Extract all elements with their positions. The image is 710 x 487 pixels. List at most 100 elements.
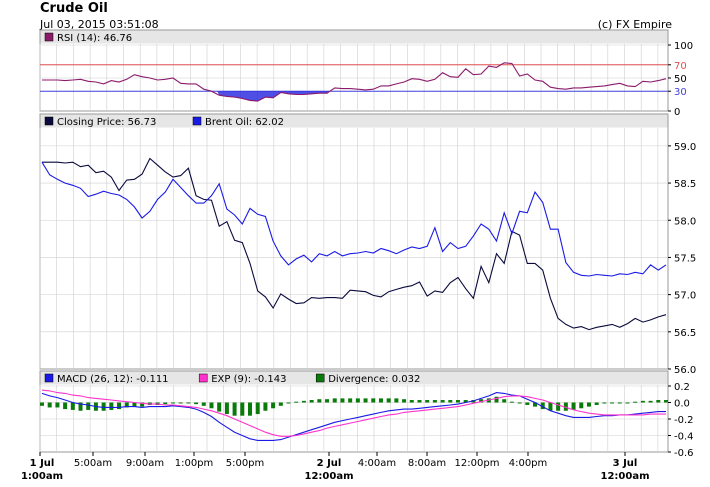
rsi-legend-strip	[40, 30, 668, 44]
divergence-bar-2	[55, 402, 60, 408]
price-legend-label-1: Brent Oil: 62.02	[205, 117, 284, 128]
divergence-bar-48	[409, 400, 414, 403]
divergence-bar-34	[301, 400, 306, 403]
divergence-bar-72	[594, 402, 599, 405]
macd-legend-label-2: Divergence: 0.032	[328, 374, 420, 385]
price-y-tick-label-5: 56.5	[674, 328, 696, 339]
divergence-bar-21	[201, 402, 206, 406]
rsi-y-tick-label-0: 100	[674, 41, 693, 52]
divergence-bar-32	[286, 402, 291, 404]
rsi-y-tick-label-1: 70	[674, 61, 687, 72]
x-tick-label-2: 9:00am	[126, 458, 164, 469]
x-tick-label-3: 1:00pm	[175, 458, 214, 469]
divergence-bar-52	[440, 400, 445, 403]
chart-stage: Crude Oil Jul 03, 2015 03:51:08 (c) FX E…	[0, 0, 710, 487]
x-tick-label-1: 5:00am	[74, 458, 112, 469]
divergence-bar-19	[186, 402, 191, 404]
divergence-bar-81	[664, 400, 668, 403]
divergence-bar-33	[294, 401, 299, 403]
macd-legend-swatch-2	[315, 373, 325, 383]
divergence-bar-54	[456, 400, 460, 403]
divergence-bar-77	[633, 401, 638, 403]
rsi-legend-label-0: RSI (14): 46.76	[57, 33, 132, 44]
divergence-bar-79	[648, 400, 653, 403]
x-tick-sublabel-5: 12:00am	[305, 471, 354, 482]
divergence-bar-69	[571, 402, 576, 410]
macd-legend-swatch-1	[198, 373, 208, 383]
macd-y-tick-label-3: -0.4	[674, 432, 694, 443]
divergence-bar-44	[378, 398, 383, 403]
divergence-bar-47	[402, 399, 407, 403]
price-legend-swatch-1	[192, 116, 202, 126]
rsi-legend-swatch-0	[44, 32, 54, 42]
price-y-tick-label-3: 57.5	[674, 253, 696, 264]
divergence-bar-60	[502, 399, 507, 403]
divergence-bar-74	[610, 402, 615, 404]
x-tick-sublabel-10: 12:00am	[601, 471, 650, 482]
price-y-tick-label-2: 58.0	[674, 216, 696, 227]
divergence-bar-16	[163, 402, 168, 405]
divergence-bar-23	[217, 402, 222, 412]
macd-legend-label-0: MACD (26, 12): -0.111	[57, 374, 169, 385]
divergence-bar-36	[317, 399, 322, 403]
divergence-bar-61	[509, 401, 514, 403]
macd-legend-swatch-0	[44, 373, 54, 383]
x-tick-label-5: 2 Jul	[317, 458, 342, 469]
rsi-y-tick-label-2: 50	[674, 74, 687, 85]
price-y-tick-label-0: 59.0	[674, 142, 696, 153]
divergence-bar-22	[209, 402, 214, 409]
crude-oil-chart: 100 70 50 30 0 RSI (14): 46.76 59.0 58.5 58.0 57.…	[21, 29, 696, 482]
x-tick-sublabel-0: 1:00am	[21, 471, 63, 482]
divergence-bar-73	[602, 402, 607, 404]
rsi-y-tick-label-4: 0	[674, 107, 680, 118]
divergence-bar-46	[394, 398, 399, 403]
divergence-bar-25	[232, 402, 237, 416]
price-y-tick-label-6: 56.0	[674, 365, 696, 376]
divergence-bar-49	[417, 400, 422, 403]
divergence-bar-8	[101, 402, 106, 411]
divergence-bar-29	[263, 402, 268, 411]
price-legend-label-0: Closing Price: 56.73	[57, 117, 156, 128]
divergence-bar-41	[355, 398, 360, 403]
price-panel-frame	[39, 113, 669, 370]
divergence-bar-51	[432, 400, 437, 403]
divergence-bar-71	[586, 402, 591, 407]
divergence-bar-78	[640, 400, 645, 403]
divergence-bar-70	[579, 402, 584, 409]
divergence-bar-35	[309, 400, 314, 403]
divergence-bar-9	[109, 402, 114, 410]
price-legend-swatch-0	[44, 116, 54, 126]
divergence-bar-3	[63, 402, 68, 410]
x-tick-label-8: 12:00pm	[455, 458, 500, 469]
macd-y-tick-label-4: -0.6	[674, 448, 694, 459]
divergence-bar-63	[525, 402, 530, 405]
price-y-tick-label-4: 57.0	[674, 291, 696, 302]
x-tick-label-9: 4:00pm	[509, 458, 548, 469]
divergence-bar-43	[371, 398, 376, 403]
rsi-y-tick-label-3: 30	[674, 87, 687, 98]
divergence-bar-75	[617, 402, 622, 404]
divergence-bar-24	[224, 402, 229, 415]
divergence-bar-27	[248, 402, 252, 416]
divergence-bar-53	[448, 400, 453, 403]
divergence-bar-30	[271, 402, 276, 409]
x-tick-label-7: 8:00am	[408, 458, 446, 469]
divergence-bar-76	[625, 402, 630, 404]
divergence-bar-10	[117, 402, 122, 410]
macd-y-tick-label-0: 0.2	[674, 382, 690, 393]
divergence-bar-4	[70, 402, 75, 410]
divergence-bar-1	[47, 402, 52, 408]
x-tick-label-10: 3 Jul	[613, 458, 638, 469]
divergence-bar-20	[194, 402, 199, 405]
divergence-bar-39	[340, 398, 345, 403]
x-tick-label-6: 4:00am	[358, 458, 396, 469]
divergence-bar-50	[425, 400, 430, 403]
macd-y-tick-label-2: -0.2	[674, 415, 694, 426]
macd-legend-label-1: EXP (9): -0.143	[211, 374, 286, 385]
macd-y-tick-label-1: 0.0	[674, 399, 690, 410]
divergence-bar-40	[348, 398, 353, 403]
divergence-bar-28	[255, 402, 260, 415]
divergence-bar-6	[86, 402, 91, 410]
divergence-bar-45	[386, 398, 391, 403]
divergence-bar-0	[40, 402, 44, 406]
